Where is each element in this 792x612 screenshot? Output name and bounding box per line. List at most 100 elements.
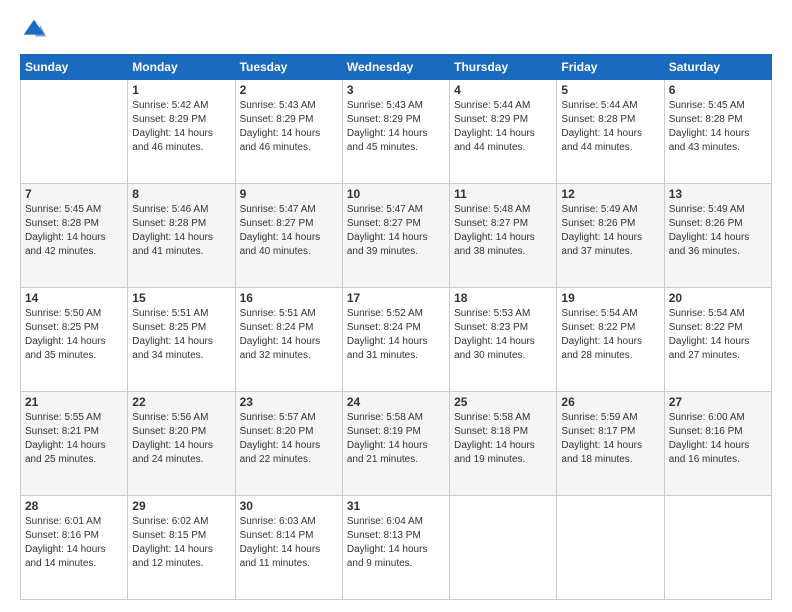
day-number: 5 — [561, 83, 659, 97]
day-number: 18 — [454, 291, 552, 305]
header — [20, 16, 772, 44]
weekday-header-sunday: Sunday — [21, 55, 128, 80]
day-info: Sunrise: 5:55 AM Sunset: 8:21 PM Dayligh… — [25, 411, 123, 467]
day-number: 16 — [240, 291, 338, 305]
calendar-cell: 30Sunrise: 6:03 AM Sunset: 8:14 PM Dayli… — [235, 496, 342, 600]
day-info: Sunrise: 5:43 AM Sunset: 8:29 PM Dayligh… — [240, 99, 338, 155]
day-info: Sunrise: 5:43 AM Sunset: 8:29 PM Dayligh… — [347, 99, 445, 155]
calendar-cell: 9 Sunrise: 5:47 AM Sunset: 8:27 PM Daylig… — [235, 184, 342, 288]
day-info: Sunrise: 6:03 AM Sunset: 8:14 PM Dayligh… — [240, 515, 338, 571]
calendar-cell: 21 Sunrise: 5:55 AM Sunset: 8:21 PM Dayli… — [21, 392, 128, 496]
day-info: Sunrise: 5:42 AM Sunset: 8:29 PM Dayligh… — [132, 99, 230, 155]
calendar-cell: 8Sunrise: 5:46 AM Sunset: 8:28 PM Daylig… — [128, 184, 235, 288]
calendar-cell: 4 Sunrise: 5:44 AM Sunset: 8:29 PM Daylig… — [450, 80, 557, 184]
day-info: Sunrise: 5:49 AM Sunset: 8:26 PM Dayligh… — [669, 203, 767, 259]
calendar-cell: 27Sunrise: 6:00 AM Sunset: 8:16 PM Dayli… — [664, 392, 771, 496]
calendar-cell: 26Sunrise: 5:59 AM Sunset: 8:17 PM Dayli… — [557, 392, 664, 496]
calendar-cell: 19Sunrise: 5:54 AM Sunset: 8:22 PM Dayli… — [557, 288, 664, 392]
calendar-cell: 6 Sunrise: 5:45 AM Sunset: 8:28 PM Daylig… — [664, 80, 771, 184]
calendar-cell — [664, 496, 771, 600]
day-number: 2 — [240, 83, 338, 97]
page: SundayMondayTuesdayWednesdayThursdayFrid… — [0, 0, 792, 612]
day-info: Sunrise: 5:54 AM Sunset: 8:22 PM Dayligh… — [669, 307, 767, 363]
day-number: 31 — [347, 499, 445, 513]
weekday-header-tuesday: Tuesday — [235, 55, 342, 80]
calendar-cell: 1 Sunrise: 5:42 AM Sunset: 8:29 PM Daylig… — [128, 80, 235, 184]
logo-icon — [20, 16, 48, 44]
day-number: 9 — [240, 187, 338, 201]
day-number: 14 — [25, 291, 123, 305]
day-number: 20 — [669, 291, 767, 305]
calendar-week-row: 14 Sunrise: 5:50 AM Sunset: 8:25 PM Dayli… — [21, 288, 772, 392]
day-info: Sunrise: 5:51 AM Sunset: 8:24 PM Dayligh… — [240, 307, 338, 363]
calendar-week-row: 28 Sunrise: 6:01 AM Sunset: 8:16 PM Dayli… — [21, 496, 772, 600]
day-number: 21 — [25, 395, 123, 409]
day-info: Sunrise: 5:47 AM Sunset: 8:27 PM Dayligh… — [347, 203, 445, 259]
day-number: 4 — [454, 83, 552, 97]
day-number: 23 — [240, 395, 338, 409]
calendar-cell: 22Sunrise: 5:56 AM Sunset: 8:20 PM Dayli… — [128, 392, 235, 496]
day-info: Sunrise: 6:01 AM Sunset: 8:16 PM Dayligh… — [25, 515, 123, 571]
calendar-cell: 16 Sunrise: 5:51 AM Sunset: 8:24 PM Dayli… — [235, 288, 342, 392]
day-number: 27 — [669, 395, 767, 409]
calendar-cell: 20 Sunrise: 5:54 AM Sunset: 8:22 PM Dayli… — [664, 288, 771, 392]
day-info: Sunrise: 5:44 AM Sunset: 8:29 PM Dayligh… — [454, 99, 552, 155]
day-info: Sunrise: 5:44 AM Sunset: 8:28 PM Dayligh… — [561, 99, 659, 155]
calendar-table: SundayMondayTuesdayWednesdayThursdayFrid… — [20, 54, 772, 600]
day-info: Sunrise: 5:49 AM Sunset: 8:26 PM Dayligh… — [561, 203, 659, 259]
day-number: 1 — [132, 83, 230, 97]
calendar-cell: 15 Sunrise: 5:51 AM Sunset: 8:25 PM Dayli… — [128, 288, 235, 392]
day-number: 15 — [132, 291, 230, 305]
calendar-cell: 2 Sunrise: 5:43 AM Sunset: 8:29 PM Daylig… — [235, 80, 342, 184]
calendar-cell: 23 Sunrise: 5:57 AM Sunset: 8:20 PM Dayli… — [235, 392, 342, 496]
calendar-cell: 28 Sunrise: 6:01 AM Sunset: 8:16 PM Dayli… — [21, 496, 128, 600]
weekday-header-row: SundayMondayTuesdayWednesdayThursdayFrid… — [21, 55, 772, 80]
day-number: 10 — [347, 187, 445, 201]
calendar-week-row: 7Sunrise: 5:45 AM Sunset: 8:28 PM Daylig… — [21, 184, 772, 288]
day-info: Sunrise: 5:48 AM Sunset: 8:27 PM Dayligh… — [454, 203, 552, 259]
day-info: Sunrise: 5:57 AM Sunset: 8:20 PM Dayligh… — [240, 411, 338, 467]
calendar-cell: 13 Sunrise: 5:49 AM Sunset: 8:26 PM Dayli… — [664, 184, 771, 288]
weekday-header-thursday: Thursday — [450, 55, 557, 80]
weekday-header-monday: Monday — [128, 55, 235, 80]
calendar-cell: 5 Sunrise: 5:44 AM Sunset: 8:28 PM Daylig… — [557, 80, 664, 184]
day-number: 6 — [669, 83, 767, 97]
day-info: Sunrise: 5:59 AM Sunset: 8:17 PM Dayligh… — [561, 411, 659, 467]
day-number: 12 — [561, 187, 659, 201]
calendar-cell — [450, 496, 557, 600]
calendar-cell: 14 Sunrise: 5:50 AM Sunset: 8:25 PM Dayli… — [21, 288, 128, 392]
day-number: 24 — [347, 395, 445, 409]
calendar-cell: 17 Sunrise: 5:52 AM Sunset: 8:24 PM Dayli… — [342, 288, 449, 392]
day-number: 8 — [132, 187, 230, 201]
day-info: Sunrise: 5:47 AM Sunset: 8:27 PM Dayligh… — [240, 203, 338, 259]
calendar-cell: 3Sunrise: 5:43 AM Sunset: 8:29 PM Daylig… — [342, 80, 449, 184]
day-info: Sunrise: 5:58 AM Sunset: 8:19 PM Dayligh… — [347, 411, 445, 467]
calendar-week-row: 21 Sunrise: 5:55 AM Sunset: 8:21 PM Dayli… — [21, 392, 772, 496]
day-info: Sunrise: 5:50 AM Sunset: 8:25 PM Dayligh… — [25, 307, 123, 363]
calendar-week-row: 1 Sunrise: 5:42 AM Sunset: 8:29 PM Daylig… — [21, 80, 772, 184]
day-number: 29 — [132, 499, 230, 513]
calendar-cell: 29 Sunrise: 6:02 AM Sunset: 8:15 PM Dayli… — [128, 496, 235, 600]
day-info: Sunrise: 5:58 AM Sunset: 8:18 PM Dayligh… — [454, 411, 552, 467]
day-number: 19 — [561, 291, 659, 305]
day-info: Sunrise: 5:51 AM Sunset: 8:25 PM Dayligh… — [132, 307, 230, 363]
day-number: 28 — [25, 499, 123, 513]
day-info: Sunrise: 6:02 AM Sunset: 8:15 PM Dayligh… — [132, 515, 230, 571]
day-info: Sunrise: 5:56 AM Sunset: 8:20 PM Dayligh… — [132, 411, 230, 467]
calendar-cell — [21, 80, 128, 184]
day-info: Sunrise: 5:45 AM Sunset: 8:28 PM Dayligh… — [25, 203, 123, 259]
day-number: 11 — [454, 187, 552, 201]
day-info: Sunrise: 5:52 AM Sunset: 8:24 PM Dayligh… — [347, 307, 445, 363]
calendar-cell: 12 Sunrise: 5:49 AM Sunset: 8:26 PM Dayli… — [557, 184, 664, 288]
day-info: Sunrise: 5:45 AM Sunset: 8:28 PM Dayligh… — [669, 99, 767, 155]
day-number: 17 — [347, 291, 445, 305]
weekday-header-wednesday: Wednesday — [342, 55, 449, 80]
day-number: 13 — [669, 187, 767, 201]
calendar-cell: 25 Sunrise: 5:58 AM Sunset: 8:18 PM Dayli… — [450, 392, 557, 496]
calendar-cell: 11 Sunrise: 5:48 AM Sunset: 8:27 PM Dayli… — [450, 184, 557, 288]
calendar-cell: 10 Sunrise: 5:47 AM Sunset: 8:27 PM Dayli… — [342, 184, 449, 288]
calendar-cell: 31Sunrise: 6:04 AM Sunset: 8:13 PM Dayli… — [342, 496, 449, 600]
calendar-cell: 18Sunrise: 5:53 AM Sunset: 8:23 PM Dayli… — [450, 288, 557, 392]
day-number: 25 — [454, 395, 552, 409]
logo — [20, 16, 52, 44]
